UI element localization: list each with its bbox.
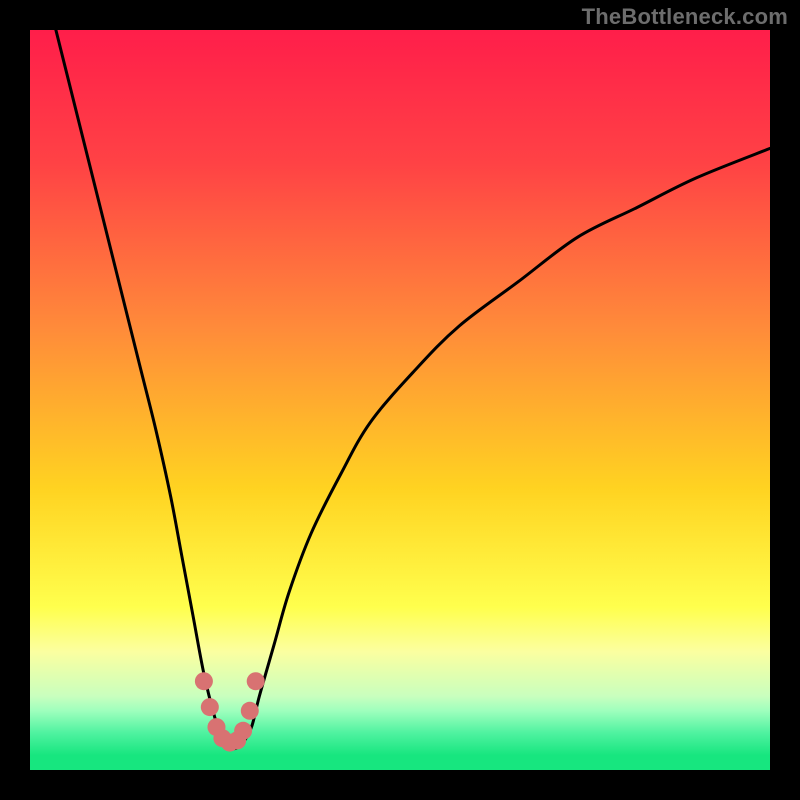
marker-dot — [201, 698, 219, 716]
marker-dot — [195, 672, 213, 690]
marker-dot — [247, 672, 265, 690]
bottleneck-curve — [52, 30, 770, 749]
marker-dot — [234, 722, 252, 740]
highlight-markers — [195, 672, 265, 751]
chart-frame: TheBottleneck.com — [0, 0, 800, 800]
attribution-text: TheBottleneck.com — [582, 4, 788, 30]
marker-dot — [241, 702, 259, 720]
plot-area — [30, 30, 770, 770]
curve-layer — [30, 30, 770, 770]
